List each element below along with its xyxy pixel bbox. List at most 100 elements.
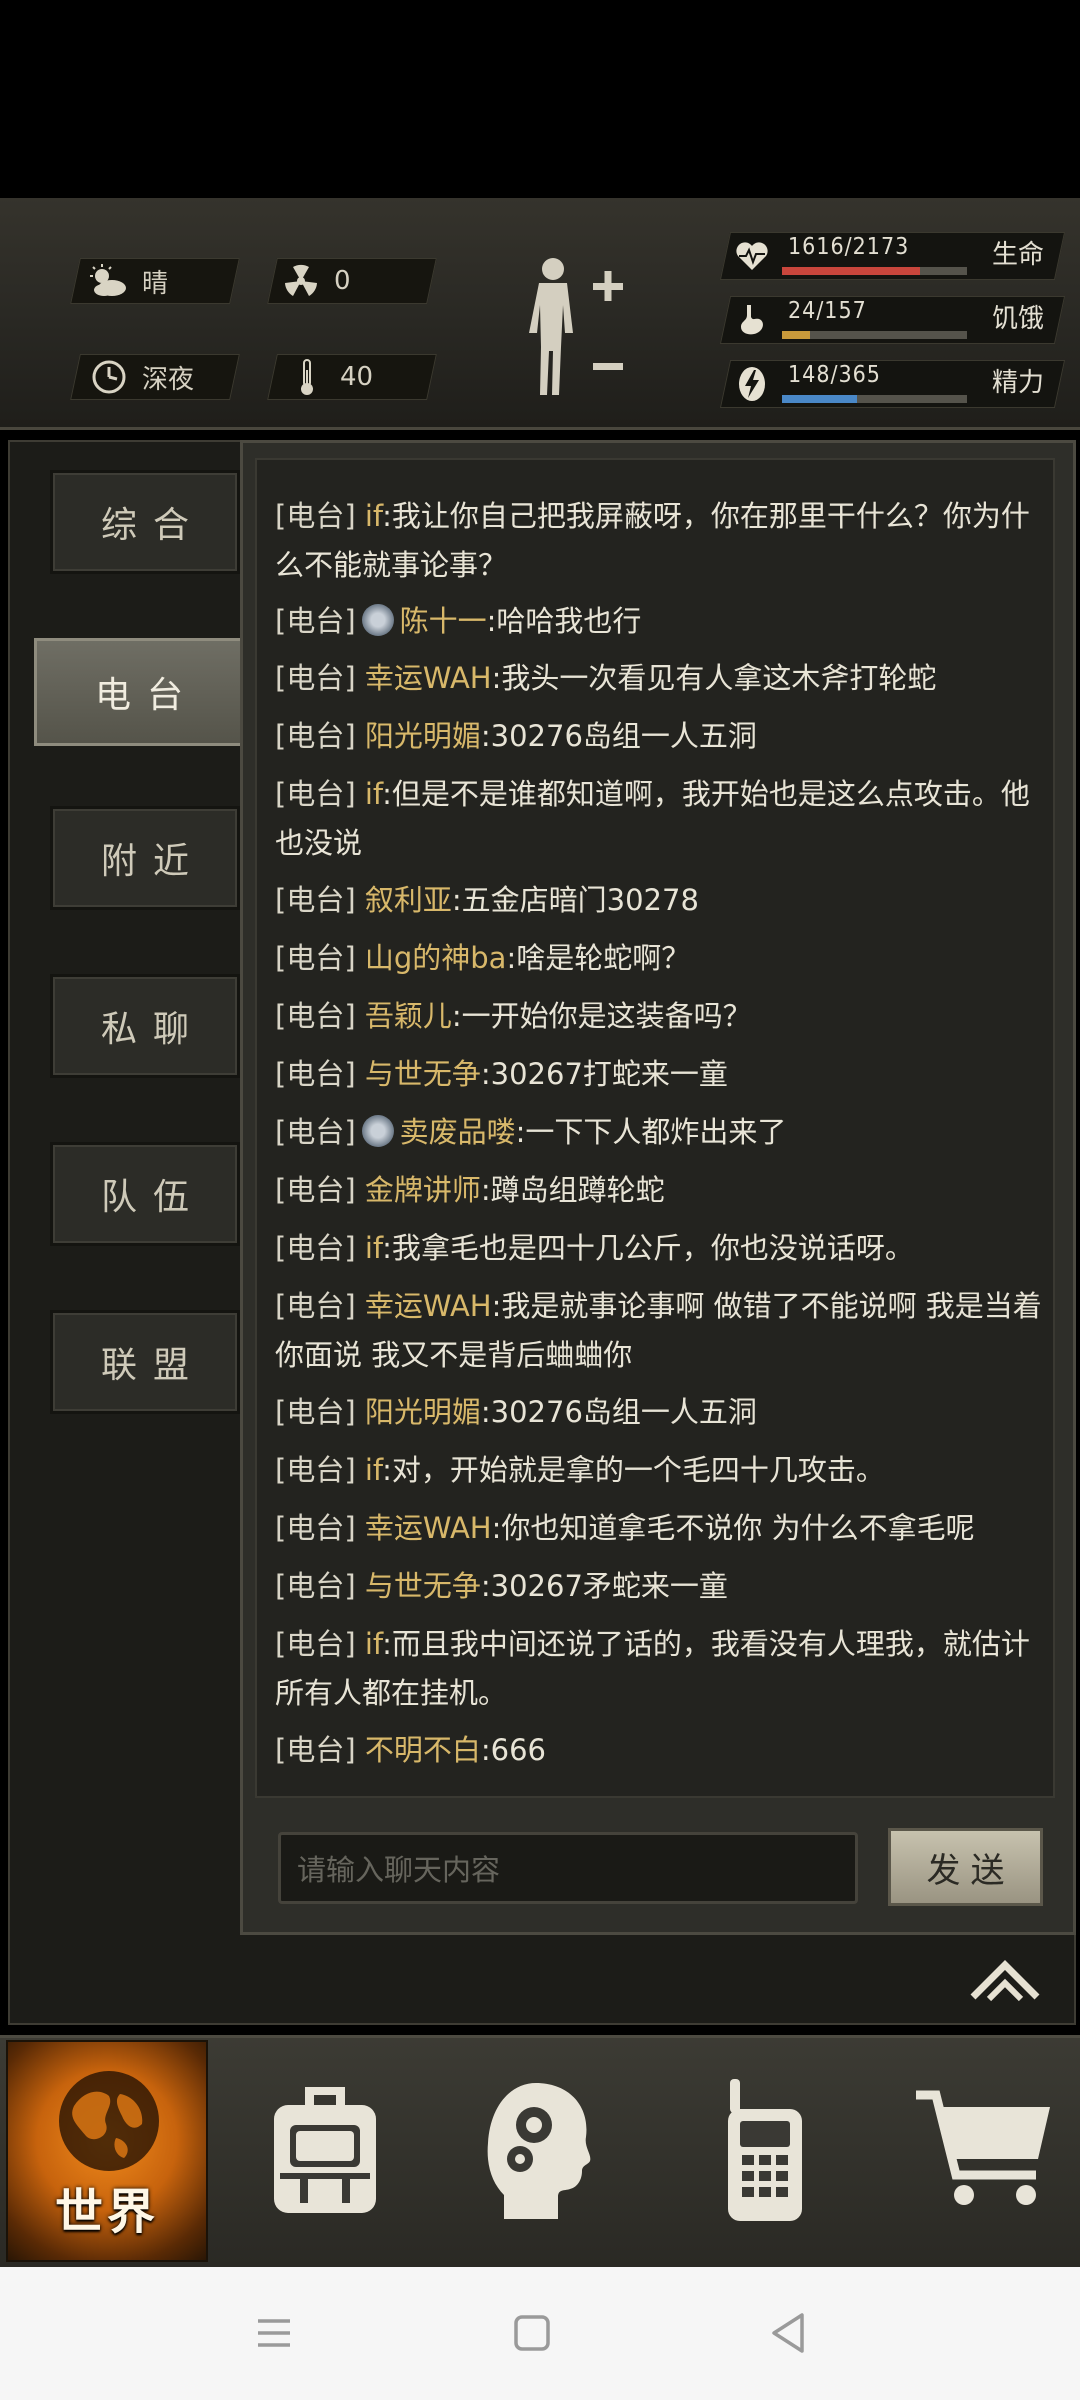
message-text: :五金店暗门30278 xyxy=(451,883,699,917)
sender-name[interactable]: 幸运WAH xyxy=(365,1289,492,1323)
tab-alliance[interactable]: 联盟 xyxy=(50,1310,240,1414)
tab-team[interactable]: 队伍 xyxy=(50,1142,240,1246)
nav-skills-button[interactable] xyxy=(478,2075,608,2225)
weather-status: 晴 xyxy=(90,258,168,304)
channel-tag: [电台] xyxy=(275,999,356,1033)
energy-fill xyxy=(782,395,857,403)
menu-icon[interactable] xyxy=(244,2303,304,2363)
channel-tag: [电台] xyxy=(275,719,356,753)
chat-message: [电台] if:我拿毛也是四十几公斤，你也没说话呀。 xyxy=(275,1224,1050,1273)
send-button[interactable]: 发送 xyxy=(888,1828,1043,1906)
energy-label: 精力 xyxy=(992,368,1045,398)
time-status: 深夜 xyxy=(90,354,194,400)
chat-message: [电台] 幸运WAH:你也知道拿毛不说你 为什么不拿毛呢 xyxy=(275,1504,1050,1553)
temperature-value: 40 xyxy=(340,362,374,392)
sender-name[interactable]: 阳光明媚 xyxy=(365,719,481,753)
channel-tag: [电台] xyxy=(275,1057,356,1091)
message-text: :蹲岛组蹲轮蛇 xyxy=(480,1173,665,1207)
tab-radio[interactable]: 电台 xyxy=(34,638,244,746)
chat-message: [电台] 与世无争:30267矛蛇来一童 xyxy=(275,1562,1050,1611)
sender-name[interactable]: if xyxy=(365,1627,382,1661)
chat-message: [电台] if:而且我中间还说了话的，我看没有人理我，就估计所有人都在挂机。 xyxy=(275,1620,1050,1718)
chat-message: [电台] 与世无争:30267打蛇来一童 xyxy=(275,1050,1050,1099)
channel-tag: [电台] xyxy=(275,604,356,638)
lightning-icon xyxy=(734,366,770,402)
chat-message: [电台] 阳光明媚:30276岛组一人五洞 xyxy=(275,1388,1050,1437)
hunger-track xyxy=(782,331,967,339)
message-text: :哈哈我也行 xyxy=(486,604,642,638)
health-label: 生命 xyxy=(992,240,1045,270)
chat-message: [电台] 金牌讲师:蹲岛组蹲轮蛇 xyxy=(275,1166,1050,1215)
walkie-talkie-icon xyxy=(728,2079,802,2221)
chat-message: [电台] if:但是不是谁都知道啊，我开始也是这么点攻击。他也没说 xyxy=(275,770,1050,868)
message-text: :你也知道拿毛不说你 为什么不拿毛呢 xyxy=(491,1511,975,1545)
chat-message: [电台] 山g的神ba:啥是轮蛇啊？ xyxy=(275,934,1050,983)
weather-partly-cloudy-icon xyxy=(90,262,128,300)
radiation-status: 0 xyxy=(282,258,351,304)
channel-tag: [电台] xyxy=(275,499,356,533)
tab-general[interactable]: 综合 xyxy=(50,470,240,574)
sender-name[interactable]: if xyxy=(365,1231,382,1265)
channel-tag: [电台] xyxy=(275,661,356,695)
sender-name[interactable]: 叙利亚 xyxy=(365,883,452,917)
chat-message: [电台] 阳光明媚:30276岛组一人五洞 xyxy=(275,712,1050,761)
message-text: :30276岛组一人五洞 xyxy=(480,1395,757,1429)
hunger-fill xyxy=(782,331,811,339)
sender-name[interactable]: 山g的神ba xyxy=(365,941,507,975)
sender-name[interactable]: 阳光明媚 xyxy=(365,1395,481,1429)
health-fill xyxy=(782,267,920,275)
message-text: :但是不是谁都知道啊，我开始也是这么点攻击。他也没说 xyxy=(275,777,1030,860)
human-figure-icon xyxy=(529,258,623,395)
sender-name[interactable]: 与世无争 xyxy=(365,1569,481,1603)
message-text: :一下下人都炸出来了 xyxy=(515,1115,787,1149)
nav-radio-button[interactable] xyxy=(700,2075,830,2225)
sender-name[interactable]: 与世无争 xyxy=(365,1057,481,1091)
message-text: :我头一次看见有人拿这木斧打轮蛇 xyxy=(491,661,937,695)
chat-input[interactable]: 请输入聊天内容 xyxy=(278,1832,858,1904)
radiation-icon xyxy=(282,262,320,300)
nav-world-label: 世界 xyxy=(54,2184,159,2240)
heart-icon xyxy=(734,238,770,274)
chat-message: [电台] 不明不白:666 xyxy=(275,1726,1050,1775)
sender-name[interactable]: if xyxy=(365,499,382,533)
channel-tag: [电台] xyxy=(275,1115,356,1149)
sender-name[interactable]: 吾颖儿 xyxy=(365,999,452,1033)
sender-name[interactable]: 金牌讲师 xyxy=(365,1173,481,1207)
sender-name[interactable]: 不明不白 xyxy=(365,1733,481,1767)
radiation-value: 0 xyxy=(334,266,351,296)
channel-tag: [电台] xyxy=(275,1569,356,1603)
channel-tag: [电台] xyxy=(275,777,356,811)
chat-message: [电台] 陈十一:哈哈我也行 xyxy=(275,597,1050,646)
body-status-button[interactable] xyxy=(515,255,635,405)
health-value: 1616/2173 xyxy=(788,234,910,260)
collapse-chevron-up-icon[interactable] xyxy=(965,1955,1045,2005)
sender-name[interactable]: 幸运WAH xyxy=(365,1511,492,1545)
hunger-label: 饥饿 xyxy=(992,304,1045,334)
home-icon[interactable] xyxy=(502,2303,562,2363)
chat-message: [电台] 卖废品喽:一下下人都炸出来了 xyxy=(275,1108,1050,1157)
sender-name[interactable]: 陈十一 xyxy=(400,604,487,638)
sender-name[interactable]: if xyxy=(365,1453,382,1487)
nav-shop-button[interactable] xyxy=(910,2075,1060,2225)
tab-nearby[interactable]: 附近 xyxy=(50,806,240,910)
sender-name[interactable]: 卖废品喽 xyxy=(400,1115,516,1149)
sender-name[interactable]: 幸运WAH xyxy=(365,661,492,695)
vip-badge-icon xyxy=(361,604,394,636)
hunger-stat: 24/157 饥饿 xyxy=(730,296,1060,344)
tab-private[interactable]: 私聊 xyxy=(50,974,240,1078)
weather-label: 晴 xyxy=(142,268,169,299)
back-icon[interactable] xyxy=(760,2303,820,2363)
chat-message: [电台] 幸运WAH:我头一次看见有人拿这木斧打轮蛇 xyxy=(275,654,1050,703)
sender-name[interactable]: if xyxy=(365,777,382,811)
message-text: :30267打蛇来一童 xyxy=(480,1057,728,1091)
nav-backpack-button[interactable] xyxy=(260,2075,390,2225)
thermometer-icon xyxy=(288,358,326,396)
nav-world-button[interactable]: 世界 xyxy=(6,2040,208,2262)
message-text: :我拿毛也是四十几公斤，你也没说话呀。 xyxy=(382,1231,914,1265)
channel-tag: [电台] xyxy=(275,941,356,975)
chat-message: [电台] 吾颖儿:一开始你是这装备吗？ xyxy=(275,992,1050,1041)
temperature-status: 40 xyxy=(288,354,373,400)
channel-tag: [电台] xyxy=(275,1511,356,1545)
channel-tag: [电台] xyxy=(275,1289,356,1323)
chat-input-placeholder: 请输入聊天内容 xyxy=(297,1853,501,1887)
